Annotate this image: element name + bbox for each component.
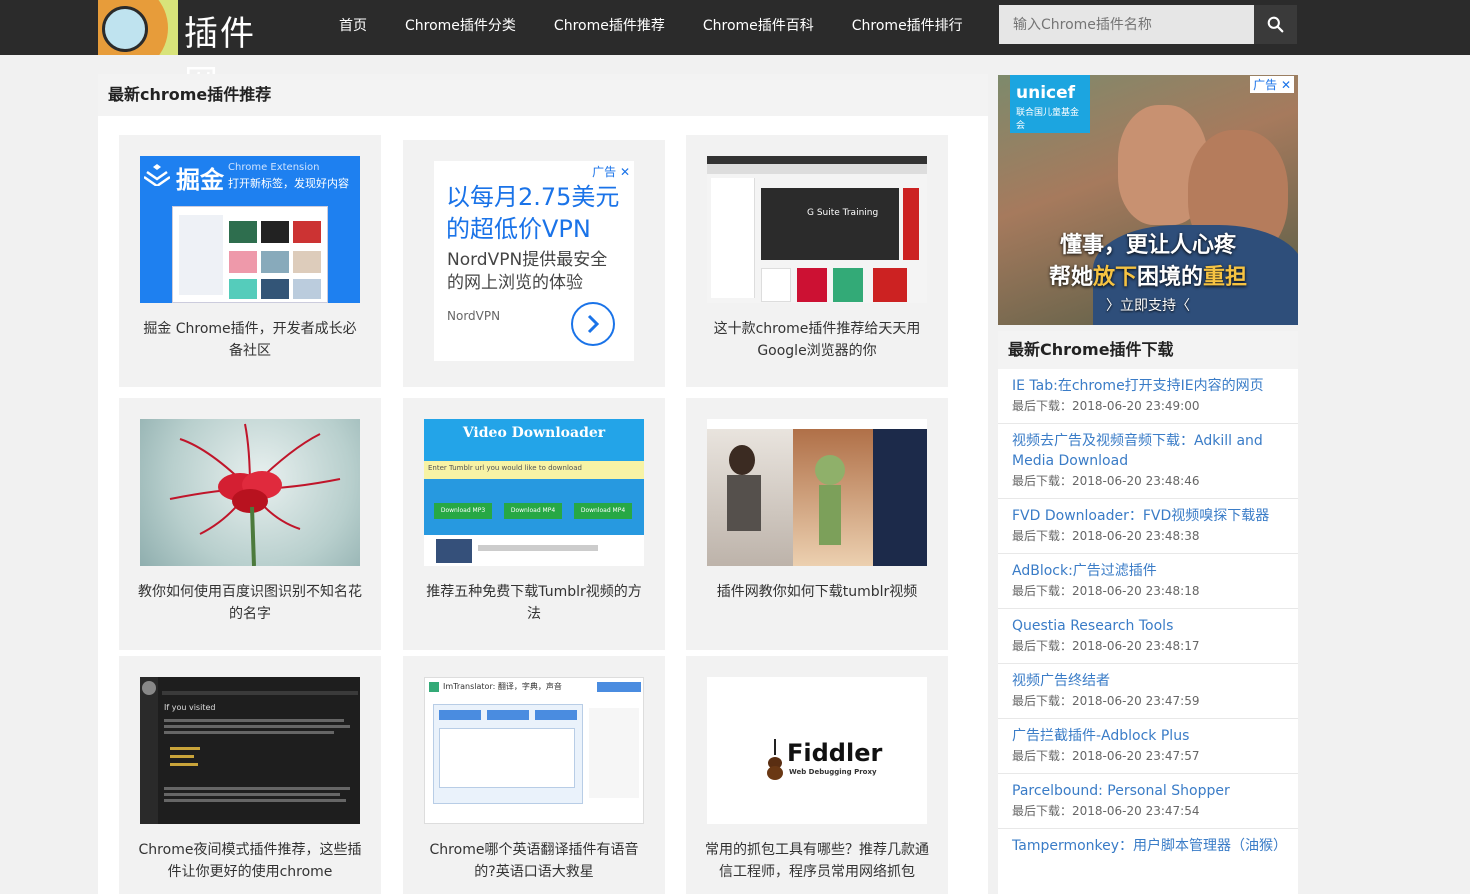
card-thumbnail: 掘金 Chrome Extension 打开新标签，发现好内容 xyxy=(140,156,360,303)
nav-recommended[interactable]: Chrome插件推荐 xyxy=(535,0,684,55)
list-item: 视频去广告及视频音频下载：Adkill and Media Download 最… xyxy=(998,424,1298,499)
nordvpn-ad[interactable]: 广告 ✕ 以每月2.75美元的超低价VPN NordVPN提供最安全的网上浏览的… xyxy=(434,161,634,361)
site-logo[interactable]: 插件网 xyxy=(98,0,288,103)
item-date: 最后下载：2018-06-20 23:47:57 xyxy=(1012,749,1200,763)
item-date: 最后下载：2018-06-20 23:47:59 xyxy=(1012,694,1200,708)
ad-line-1: 懂事，更让人心疼 xyxy=(1059,233,1236,258)
card-caption[interactable]: 推荐五种免费下载Tumblr视频的方法 xyxy=(421,581,647,625)
card-thumbnail: G Suite Training xyxy=(707,156,927,303)
card-caption[interactable]: Chrome夜间模式插件推荐，这些插件让你更好的使用chrome xyxy=(137,839,363,883)
thumb-btn: Download MP4 xyxy=(504,503,562,519)
ad-cta[interactable]: 〉立即支持〈 xyxy=(998,295,1298,315)
card-caption[interactable]: 插件网教你如何下载tumblr视频 xyxy=(704,581,930,603)
card-caption[interactable]: 教你如何使用百度识图识别不知名花的名字 xyxy=(137,581,363,625)
search-button[interactable] xyxy=(1254,5,1297,44)
card-thumbnail xyxy=(140,419,360,566)
thumb-brand: Fiddler xyxy=(787,739,883,767)
ad-brand: NordVPN xyxy=(447,309,501,323)
item-link[interactable]: Questia Research Tools xyxy=(1012,616,1284,636)
item-link[interactable]: FVD Downloader：FVD视频嗅探下载器 xyxy=(1012,506,1284,526)
latest-recommend-panel: 最新chrome插件推荐 掘金 Chrome Extension 打开新标签，发… xyxy=(98,74,988,894)
search-box xyxy=(999,5,1297,44)
sidebar-title: 最新Chrome插件下载 xyxy=(998,331,1298,369)
item-date: 最后下载：2018-06-20 23:49:00 xyxy=(1012,399,1200,413)
fiddler-violin-icon xyxy=(767,739,783,780)
unicef-logo: unicef 联合国儿童基金会 xyxy=(1010,75,1090,133)
nav-home[interactable]: 首页 xyxy=(320,0,386,55)
thumb-input-text: Enter Tumblr url you would like to downl… xyxy=(428,464,582,472)
nav-encyclopedia[interactable]: Chrome插件百科 xyxy=(684,0,833,55)
card-caption[interactable]: 掘金 Chrome插件，开发者成长必备社区 xyxy=(137,318,363,362)
card-caption[interactable]: 这十款chrome插件推荐给天天用Google浏览器的你 xyxy=(704,318,930,362)
thumb-title: ImTranslator: 翻译，字典，声音 xyxy=(443,682,562,691)
list-item: FVD Downloader：FVD视频嗅探下载器 最后下载：2018-06-2… xyxy=(998,499,1298,554)
card-thumbnail: If you visited xyxy=(140,677,360,824)
thumb-sub: Web Debugging Proxy xyxy=(789,768,877,776)
list-item: 广告拦截插件-Adblock Plus 最后下载：2018-06-20 23:4… xyxy=(998,719,1298,774)
item-date: 最后下载：2018-06-20 23:47:54 xyxy=(1012,804,1200,818)
article-card[interactable]: 插件网教你如何下载tumblr视频 xyxy=(686,398,948,650)
ad-arrow-button[interactable] xyxy=(571,302,615,346)
top-navbar: 插件网 首页 Chrome插件分类 Chrome插件推荐 Chrome插件百科 … xyxy=(0,0,1470,103)
item-link[interactable]: 广告拦截插件-Adblock Plus xyxy=(1012,726,1284,746)
ad-tag[interactable]: 广告 ✕ xyxy=(1250,76,1294,93)
red-spider-lily-image xyxy=(169,423,341,566)
close-icon[interactable]: ✕ xyxy=(620,165,630,179)
chevron-right-icon xyxy=(587,314,600,334)
item-date: 最后下载：2018-06-20 23:48:17 xyxy=(1012,639,1200,653)
nav-ranking[interactable]: Chrome插件排行 xyxy=(833,0,982,55)
thumb-btn: Download MP4 xyxy=(574,503,632,519)
logo-badge-icon xyxy=(98,0,178,55)
article-card[interactable]: G Suite Training 这十款chrome插件推荐给天天用Google… xyxy=(686,135,948,387)
search-input[interactable] xyxy=(999,5,1254,44)
item-link[interactable]: Parcelbound: Personal Shopper xyxy=(1012,781,1284,801)
list-item: IE Tab:在chrome打开支持IE内容的网页 最后下载：2018-06-2… xyxy=(998,369,1298,424)
item-link[interactable]: IE Tab:在chrome打开支持IE内容的网页 xyxy=(1012,376,1284,396)
nav-categories[interactable]: Chrome插件分类 xyxy=(386,0,535,55)
list-item: Parcelbound: Personal Shopper 最后下载：2018-… xyxy=(998,774,1298,829)
panel-title: 最新chrome插件推荐 xyxy=(98,74,988,116)
ad-line-2: 帮她放下困境的重担 xyxy=(1048,265,1248,290)
close-icon[interactable]: ✕ xyxy=(1281,78,1291,92)
ad-card: 广告 ✕ 以每月2.75美元的超低价VPN NordVPN提供最安全的网上浏览的… xyxy=(403,140,665,387)
thumb-title: Video Downloader xyxy=(462,425,606,441)
ad-tag[interactable]: 广告 ✕ xyxy=(592,163,630,180)
item-date: 最后下载：2018-06-20 23:48:38 xyxy=(1012,529,1200,543)
list-item: 视频广告终结者 最后下载：2018-06-20 23:47:59 xyxy=(998,664,1298,719)
item-link[interactable]: 视频广告终结者 xyxy=(1012,671,1284,691)
ad-headline: 以每月2.75美元的超低价VPN xyxy=(446,183,620,243)
article-card[interactable]: ImTranslator: 翻译，字典，声音 Chrome哪个英语翻译插件有语音… xyxy=(403,656,665,894)
card-caption[interactable]: Chrome哪个英语翻译插件有语音的?英语口语大救星 xyxy=(421,839,647,883)
article-card[interactable]: 教你如何使用百度识图识别不知名花的名字 xyxy=(119,398,381,650)
article-card[interactable]: Video Downloader Enter Tumblr url you wo… xyxy=(403,398,665,650)
item-link[interactable]: Tampermonkey：用户脚本管理器（油猴） xyxy=(1012,836,1287,856)
thumb-brand: 掘金 xyxy=(176,166,224,194)
card-thumbnail: ImTranslator: 翻译，字典，声音 xyxy=(424,677,644,824)
list-item: AdBlock:广告过滤插件 最后下载：2018-06-20 23:48:18 xyxy=(998,554,1298,609)
latest-downloads-panel: 最新Chrome插件下载 IE Tab:在chrome打开支持IE内容的网页 最… xyxy=(998,331,1298,894)
article-card[interactable]: Fiddler Web Debugging Proxy 常用的抓包工具有哪些？推… xyxy=(686,656,948,894)
card-thumbnail xyxy=(707,419,927,566)
main-nav: 首页 Chrome插件分类 Chrome插件推荐 Chrome插件百科 Chro… xyxy=(320,0,982,55)
item-date: 最后下载：2018-06-20 23:48:46 xyxy=(1012,474,1200,488)
article-card[interactable]: 掘金 Chrome Extension 打开新标签，发现好内容 掘金 Chrom… xyxy=(119,135,381,387)
search-icon xyxy=(1267,16,1284,33)
list-item: Tampermonkey：用户脚本管理器（油猴） xyxy=(998,829,1298,864)
article-card[interactable]: If you visited Chrome夜间模式插件推荐，这些插件让你更好的使… xyxy=(119,656,381,894)
card-thumbnail: Fiddler Web Debugging Proxy xyxy=(707,677,927,824)
card-thumbnail: Video Downloader Enter Tumblr url you wo… xyxy=(424,419,644,566)
ad-body: NordVPN提供最安全的网上浏览的体验 xyxy=(447,250,608,293)
thumb-btn: Download MP3 xyxy=(434,503,492,519)
item-link[interactable]: 视频去广告及视频音频下载：Adkill and Media Download xyxy=(1012,431,1284,471)
item-link[interactable]: AdBlock:广告过滤插件 xyxy=(1012,561,1284,581)
juejin-logo-icon xyxy=(144,164,170,186)
thumb-tagline: Chrome Extension xyxy=(228,162,320,173)
list-item: Questia Research Tools 最后下载：2018-06-20 2… xyxy=(998,609,1298,664)
item-date: 最后下载：2018-06-20 23:48:18 xyxy=(1012,584,1200,598)
unicef-ad[interactable]: unicef 联合国儿童基金会 广告 ✕ 懂事，更让人心疼 帮她放下困境的重担 … xyxy=(998,75,1298,325)
card-caption[interactable]: 常用的抓包工具有哪些？推荐几款通信工程师，程序员常用网络抓包 xyxy=(704,839,930,883)
thumb-subline: 打开新标签，发现好内容 xyxy=(228,177,349,190)
thumb-label: G Suite Training xyxy=(807,208,879,218)
thumb-heading: If you visited xyxy=(164,703,216,712)
